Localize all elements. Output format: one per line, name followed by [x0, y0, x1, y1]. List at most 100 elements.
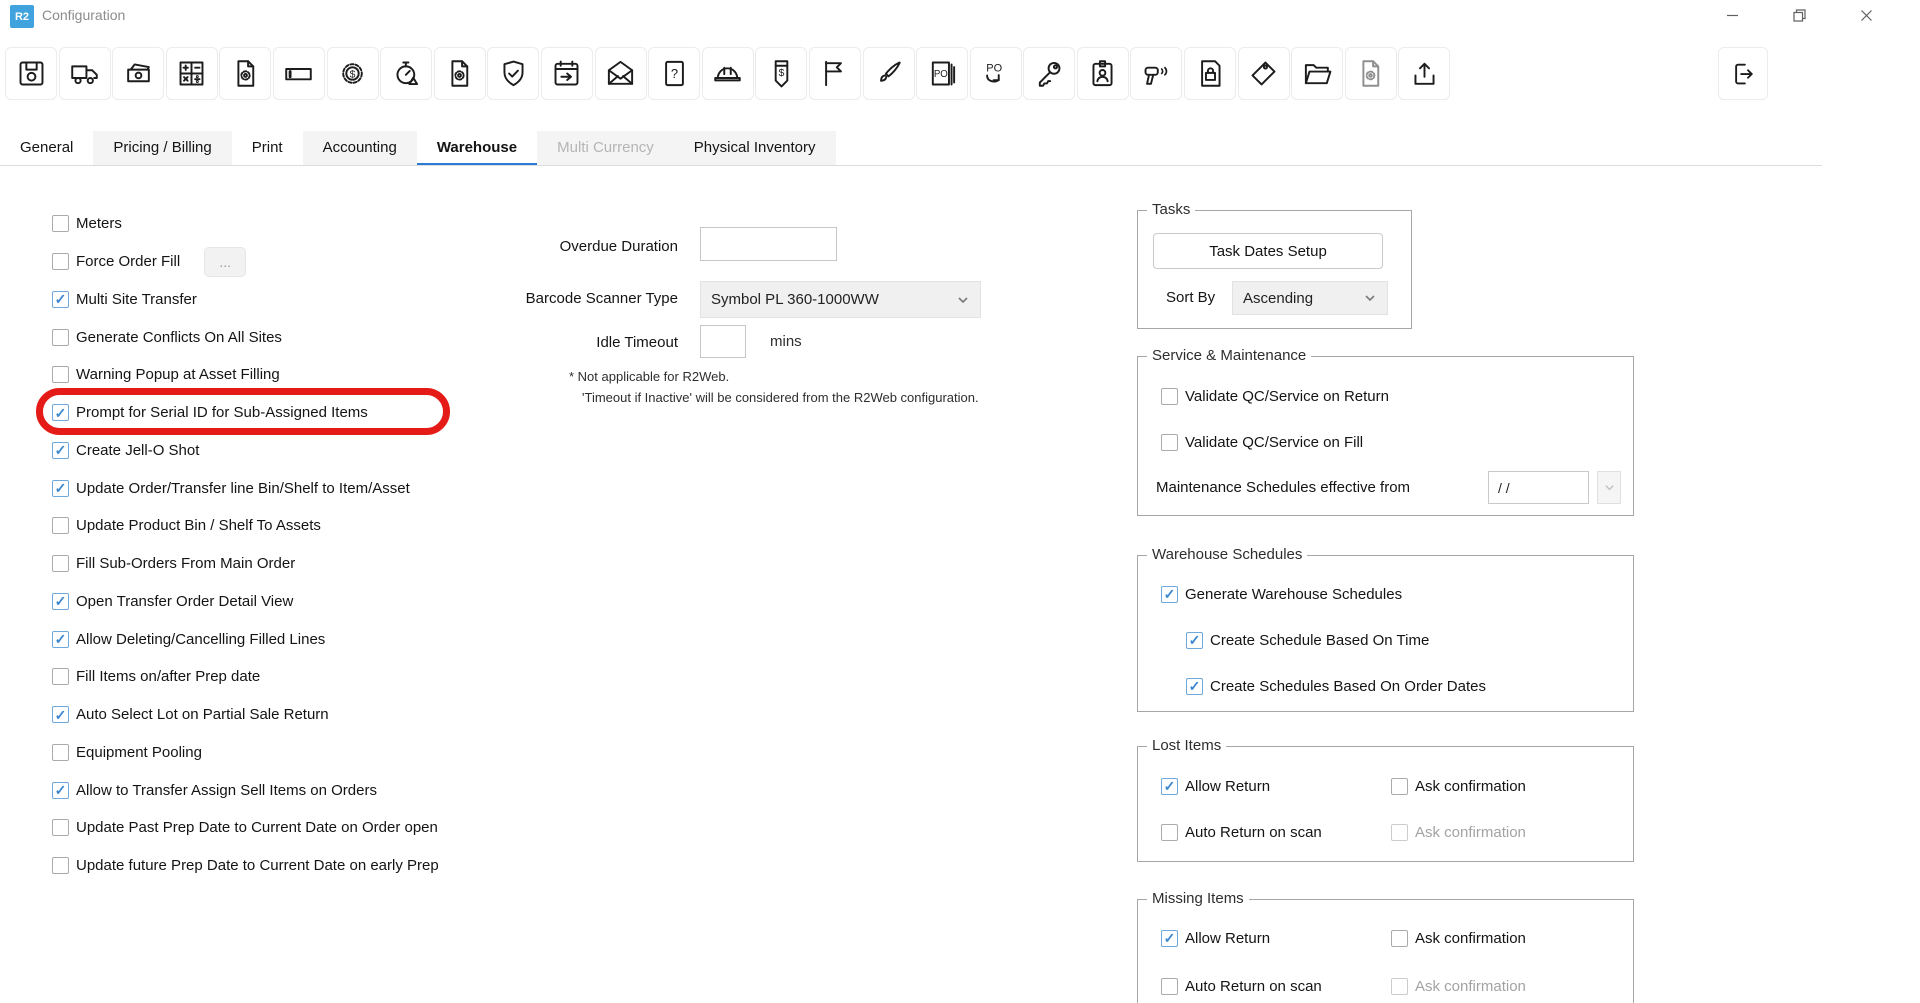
tab-warehouse[interactable]: Warehouse: [417, 131, 537, 166]
label-tag-button[interactable]: [1238, 47, 1290, 100]
export-button[interactable]: [1398, 47, 1450, 100]
barcode-scanner-type-dropdown[interactable]: Symbol PL 360-1000WW: [700, 281, 981, 318]
checkbox-allow-to-transfer-assign-sell-items-on-orders[interactable]: ✓: [52, 782, 69, 799]
checkbox-multi-site-transfer[interactable]: ✓: [52, 291, 69, 308]
setting-row: Warning Popup at Asset Filling: [52, 356, 439, 394]
overdue-duration-input[interactable]: [700, 227, 837, 261]
tab-multi-currency[interactable]: Multi Currency: [537, 131, 674, 166]
label-generate-conflicts-on-all-sites: Generate Conflicts On All Sites: [76, 329, 282, 346]
po-document-button[interactable]: PO: [916, 47, 968, 100]
checkbox-meters[interactable]: [52, 215, 69, 232]
group-row: Validate QC/Service on Return: [1138, 373, 1633, 419]
open-folder-button[interactable]: [1291, 47, 1343, 100]
missing-items-rows: ✓Allow ReturnAsk confirmationAuto Return…: [1138, 914, 1633, 1003]
barcode-scanner-type-value: Symbol PL 360-1000WW: [711, 291, 879, 308]
group-row: Auto Return on scanAsk confirmation: [1138, 962, 1633, 1003]
tab-pricing-billing[interactable]: Pricing / Billing: [93, 131, 231, 166]
date-picker-dropdown-button[interactable]: [1597, 471, 1621, 504]
checkbox-auto-return-on-scan[interactable]: [1161, 978, 1178, 995]
checkbox-create-schedules-based-on-order-dates[interactable]: ✓: [1186, 678, 1203, 695]
checkbox-warning-popup-at-asset-filling[interactable]: [52, 366, 69, 383]
tab-general[interactable]: General: [0, 131, 93, 166]
checkbox-allow-return[interactable]: ✓: [1161, 778, 1178, 795]
force-order-fill-more-button[interactable]: ...: [204, 247, 246, 277]
calendar-forward-button[interactable]: [541, 47, 593, 100]
checkbox-open-transfer-order-detail-view[interactable]: ✓: [52, 593, 69, 610]
idle-timeout-label: Idle Timeout: [418, 334, 678, 351]
checkbox-allow-deleting-cancelling-filled-lines[interactable]: ✓: [52, 631, 69, 648]
page-gear-button[interactable]: [434, 47, 486, 100]
hard-hat-button[interactable]: [702, 47, 754, 100]
checkbox-ask-confirmation[interactable]: [1391, 930, 1408, 947]
checkbox-prompt-for-serial-id-for-sub-assigned-items[interactable]: ✓: [52, 404, 69, 421]
checkbox-update-order-transfer-line-bin-shelf-to-item-asset[interactable]: ✓: [52, 480, 69, 497]
export-icon: [1409, 58, 1440, 89]
checkbox-ask-confirmation[interactable]: [1391, 978, 1408, 995]
text-field-button[interactable]: [273, 47, 325, 100]
maintenance-effective-date-input[interactable]: / /: [1488, 471, 1589, 504]
paint-brush-button[interactable]: [863, 47, 915, 100]
check-icon: ✓: [55, 443, 67, 457]
checkbox-allow-return[interactable]: ✓: [1161, 930, 1178, 947]
missing-items-group-title: Missing Items: [1147, 890, 1249, 907]
checkbox-equipment-pooling[interactable]: [52, 744, 69, 761]
sort-by-dropdown[interactable]: Ascending: [1232, 281, 1388, 315]
tab-print[interactable]: Print: [232, 131, 303, 166]
idle-timeout-input[interactable]: [700, 325, 746, 358]
checkbox-fill-items-on-after-prep-date[interactable]: [52, 668, 69, 685]
po-transfer-button[interactable]: PO: [970, 47, 1022, 100]
task-dates-setup-button[interactable]: Task Dates Setup: [1153, 233, 1383, 269]
checkbox-update-past-prep-date-to-current-date-on-order-open[interactable]: [52, 819, 69, 836]
svg-text:$: $: [350, 69, 356, 80]
label-ask-confirmation: Ask confirmation: [1415, 978, 1526, 995]
exit-button[interactable]: [1718, 47, 1768, 100]
configuration-window: R2 Configuration $?$POPO GeneralPricing …: [0, 0, 1920, 1003]
setting-row: ✓Create Jell-O Shot: [52, 432, 439, 470]
secure-document-button[interactable]: [1184, 47, 1236, 100]
open-folder-icon: [1302, 58, 1333, 89]
checkbox-create-jell-o-shot[interactable]: ✓: [52, 442, 69, 459]
help-card-button[interactable]: ?: [648, 47, 700, 100]
checkbox-update-future-prep-date-to-current-date-on-early-prep[interactable]: [52, 857, 69, 874]
delivery-truck-button[interactable]: [59, 47, 111, 100]
timer-alert-button[interactable]: [380, 47, 432, 100]
checkbox-validate-qc-service-on-fill[interactable]: [1161, 434, 1178, 451]
warehouse-schedules-group-title: Warehouse Schedules: [1147, 546, 1307, 563]
checkbox-generate-conflicts-on-all-sites[interactable]: [52, 329, 69, 346]
id-badge-button[interactable]: [1077, 47, 1129, 100]
flag-button[interactable]: [809, 47, 861, 100]
checkbox-update-product-bin-shelf-to-assets[interactable]: [52, 517, 69, 534]
cash-payment-button[interactable]: [112, 47, 164, 100]
checkbox-generate-warehouse-schedules[interactable]: ✓: [1161, 586, 1178, 603]
checkbox-create-schedule-based-on-time[interactable]: ✓: [1186, 632, 1203, 649]
secure-document-icon: [1195, 58, 1226, 89]
pricing-gear-button[interactable]: $: [327, 47, 379, 100]
label-prompt-for-serial-id-for-sub-assigned-items: Prompt for Serial ID for Sub-Assigned It…: [76, 404, 368, 421]
checkbox-validate-qc-service-on-return[interactable]: [1161, 388, 1178, 405]
tab-physical-inventory[interactable]: Physical Inventory: [674, 131, 836, 166]
checkbox-auto-return-on-scan[interactable]: [1161, 824, 1178, 841]
flag-icon: [819, 58, 850, 89]
close-button[interactable]: [1843, 0, 1889, 30]
checkbox-auto-select-lot-on-partial-sale-return[interactable]: ✓: [52, 706, 69, 723]
calculator-button[interactable]: [166, 47, 218, 100]
checkbox-ask-confirmation[interactable]: [1391, 778, 1408, 795]
maximize-button[interactable]: [1776, 0, 1822, 30]
price-tag-icon: $: [766, 58, 797, 89]
barcode-scanner-button[interactable]: [1130, 47, 1182, 100]
key-button[interactable]: [1023, 47, 1075, 100]
save-button[interactable]: [5, 47, 57, 100]
shield-check-button[interactable]: [487, 47, 539, 100]
gear-file-button[interactable]: [1345, 47, 1397, 100]
document-gear-button[interactable]: [219, 47, 271, 100]
tab-accounting[interactable]: Accounting: [303, 131, 417, 166]
checkbox-force-order-fill[interactable]: [52, 253, 69, 270]
minimize-button[interactable]: [1709, 0, 1755, 30]
label-allow-deleting-cancelling-filled-lines: Allow Deleting/Cancelling Filled Lines: [76, 631, 325, 648]
open-mail-button[interactable]: [595, 47, 647, 100]
price-tag-button[interactable]: $: [755, 47, 807, 100]
label-update-order-transfer-line-bin-shelf-to-item-asset: Update Order/Transfer line Bin/Shelf to …: [76, 480, 410, 497]
sort-by-label: Sort By: [1166, 289, 1215, 306]
checkbox-fill-sub-orders-from-main-order[interactable]: [52, 555, 69, 572]
checkbox-ask-confirmation[interactable]: [1391, 824, 1408, 841]
